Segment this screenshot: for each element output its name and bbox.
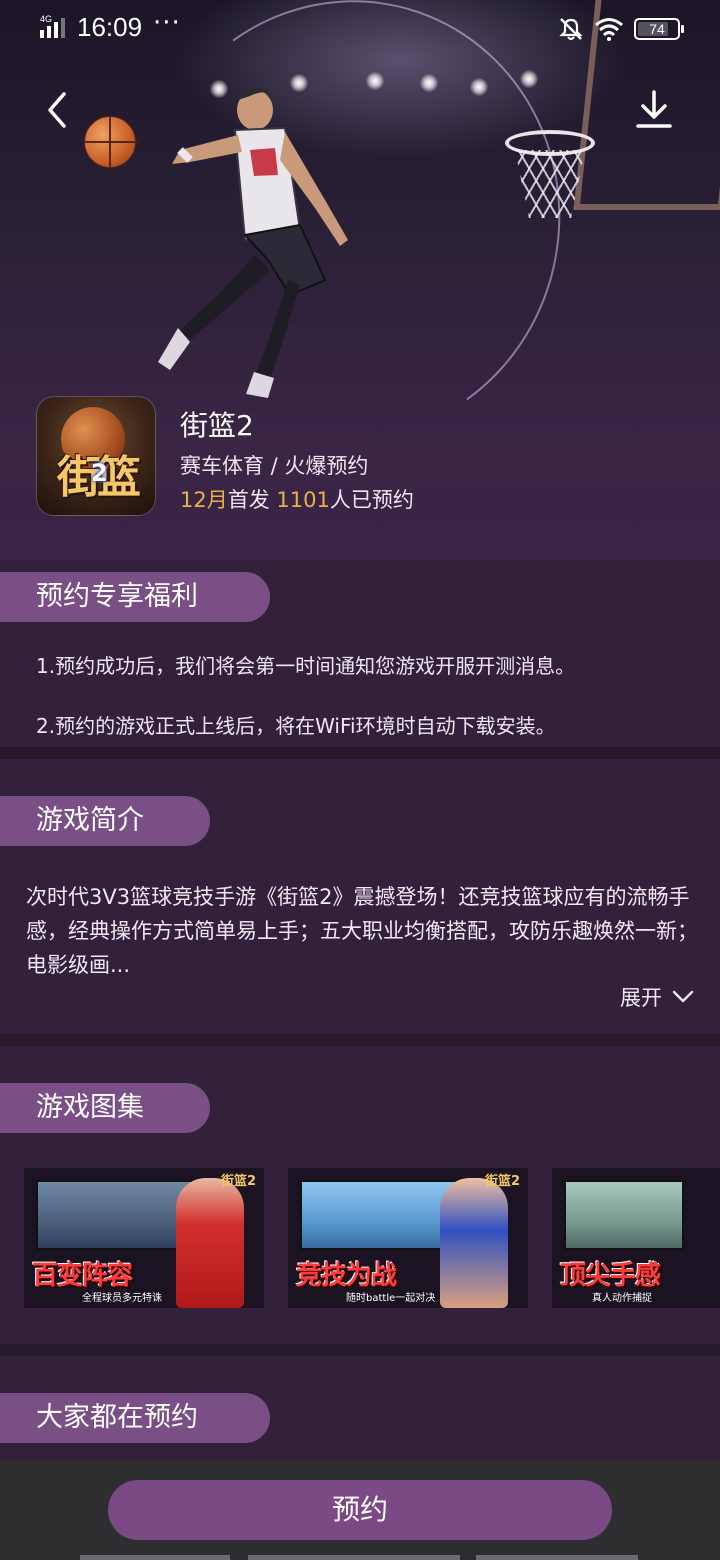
nav-hint-bar bbox=[248, 1555, 460, 1560]
screenshot-scene bbox=[36, 1180, 196, 1250]
screenshot-subcaption: 真人动作捕捉 bbox=[592, 1293, 652, 1304]
download-icon bbox=[636, 90, 672, 128]
status-bar: 4G 16:09 ··· 74 bbox=[0, 0, 720, 58]
basketball bbox=[84, 116, 137, 169]
benefit-item: 1.预约成功后，我们将会第一时间通知您游戏开服开测消息。 bbox=[36, 654, 576, 678]
app-name: 街篮2 bbox=[180, 409, 254, 442]
reservation-suffix: 人已预约 bbox=[329, 488, 414, 512]
section-divider bbox=[0, 1034, 720, 1046]
app-icon: 街篮 2 bbox=[36, 396, 156, 516]
status-icons: 74 bbox=[558, 14, 684, 44]
app-release-info: 12月首发 1101人已预约 bbox=[180, 484, 414, 514]
reserve-button[interactable]: 预约 bbox=[108, 1480, 612, 1540]
screenshot-caption: 百变阵容 bbox=[32, 1261, 133, 1291]
screenshot-logo: 街篮2 bbox=[220, 1174, 256, 1189]
section-title-popular: 大家都在预约 bbox=[0, 1393, 270, 1443]
reservation-count: 1101 bbox=[276, 488, 330, 512]
section-title-gallery: 游戏图集 bbox=[0, 1083, 210, 1133]
expand-intro-button[interactable]: 展开 bbox=[620, 982, 694, 1012]
screenshot-logo: 街篮2 bbox=[484, 1174, 520, 1189]
nav-hint-bar bbox=[80, 1555, 230, 1560]
gallery-screenshot[interactable]: 顶尖手感 真人动作捕捉 bbox=[552, 1168, 720, 1308]
screenshot-caption: 竞技为战 bbox=[296, 1261, 397, 1291]
section-divider bbox=[0, 747, 720, 759]
section-title-benefits: 预约专享福利 bbox=[0, 572, 270, 622]
gallery-screenshot[interactable]: 街篮2 百变阵容 全程球员多元特诛 bbox=[24, 1168, 264, 1308]
app-category: 赛车体育 / 火爆预约 bbox=[180, 454, 369, 478]
back-button[interactable] bbox=[38, 88, 78, 132]
screenshot-character bbox=[440, 1178, 508, 1308]
expand-label: 展开 bbox=[620, 986, 662, 1010]
screenshot-subcaption: 随时battle一起对决 bbox=[346, 1293, 436, 1304]
release-suffix: 首发 bbox=[227, 488, 270, 512]
nav-hint-bar bbox=[476, 1555, 638, 1560]
chevron-down-icon bbox=[672, 990, 694, 1003]
game-intro-text: 次时代3V3篮球竞技手游《街篮2》震撼登场！还竞技篮球应有的流畅手感，经典操作方… bbox=[26, 885, 698, 977]
section-title-intro: 游戏简介 bbox=[0, 796, 210, 846]
screenshot-scene bbox=[564, 1180, 684, 1250]
mute-icon bbox=[559, 18, 583, 40]
screenshot-caption: 顶尖手感 bbox=[560, 1261, 661, 1291]
chevron-left-icon bbox=[48, 92, 66, 128]
screenshot-character bbox=[176, 1178, 244, 1308]
battery-icon: 74 bbox=[634, 18, 684, 40]
screenshot-scene bbox=[300, 1180, 460, 1250]
screenshot-subcaption: 全程球员多元特诛 bbox=[82, 1293, 162, 1304]
wifi-icon bbox=[595, 18, 623, 41]
download-button[interactable] bbox=[634, 88, 674, 132]
player-illustration bbox=[158, 87, 348, 398]
gallery-screenshot[interactable]: 街篮2 竞技为战 随时battle一起对决 bbox=[288, 1168, 528, 1308]
release-month: 12月 bbox=[180, 488, 228, 512]
status-more-dots: ··· bbox=[153, 8, 181, 38]
screenshot-gallery[interactable]: 街篮2 百变阵容 全程球员多元特诛 街篮2 竞技为战 随时battle一起对决 … bbox=[24, 1168, 720, 1310]
benefit-item: 2.预约的游戏正式上线后，将在WiFi环境时自动下载安装。 bbox=[36, 714, 556, 738]
app-icon-logo-number: 2 bbox=[91, 459, 108, 487]
signal-icon: 4G bbox=[40, 14, 65, 38]
status-time: 16:09 bbox=[77, 12, 143, 42]
battery-level: 74 bbox=[649, 21, 665, 37]
section-divider bbox=[0, 1344, 720, 1356]
network-type: 4G bbox=[40, 14, 52, 24]
